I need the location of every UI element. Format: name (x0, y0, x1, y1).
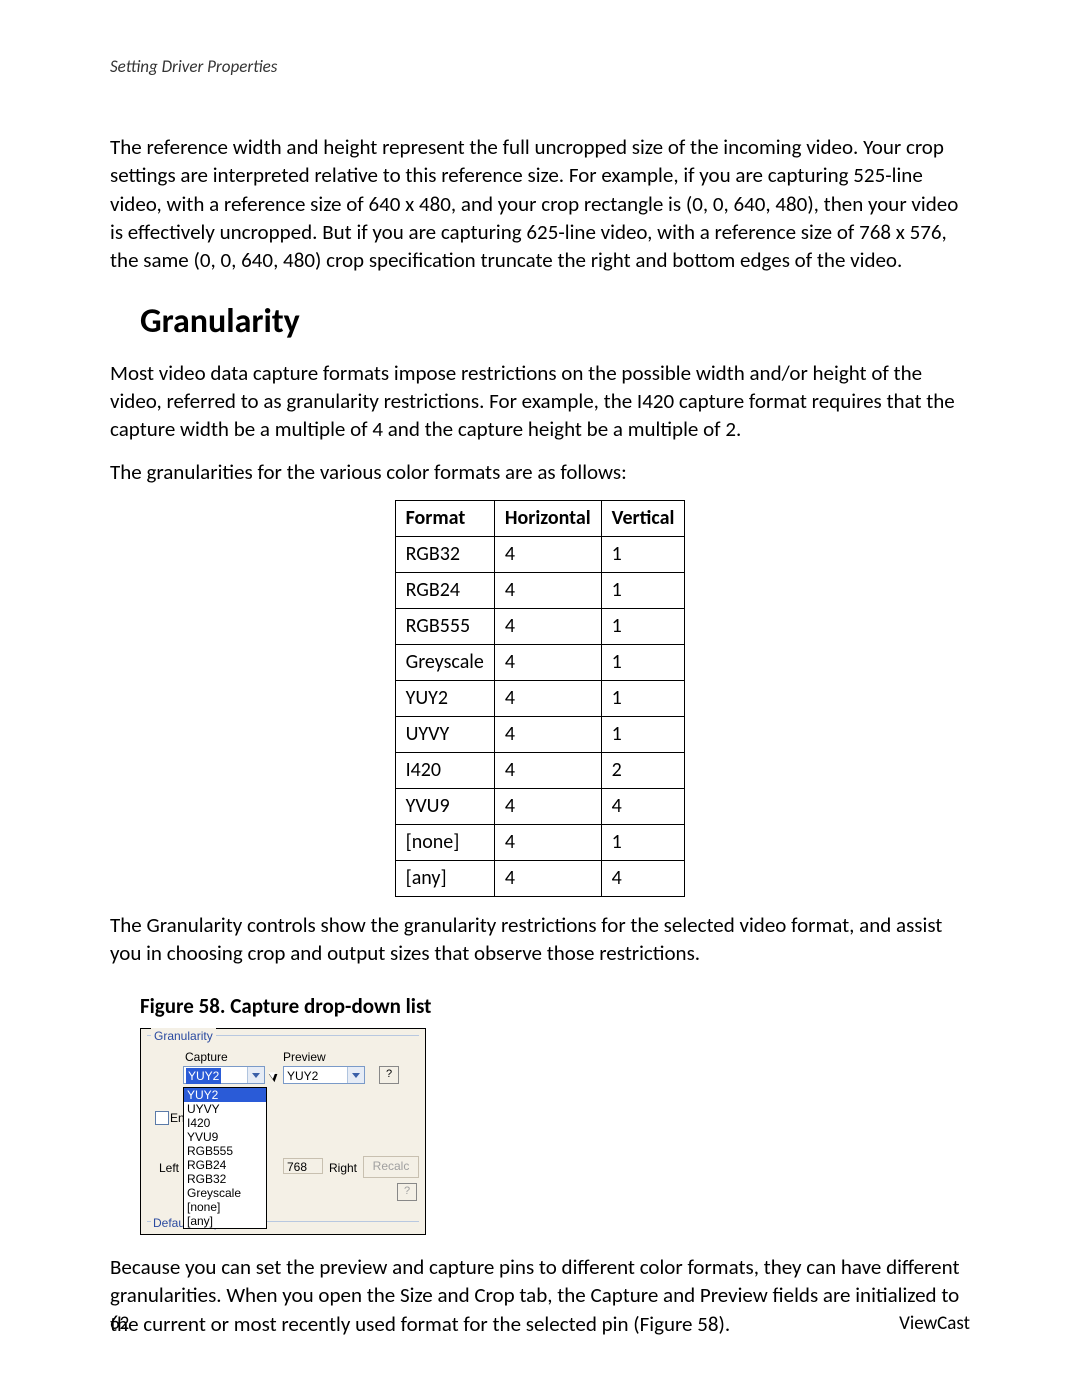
recalc-button[interactable]: Recalc (363, 1156, 419, 1178)
table-row: UYVY41 (395, 716, 685, 752)
capture-combo[interactable]: YUY2 (183, 1066, 265, 1084)
th-format: Format (395, 500, 494, 536)
chevron-down-icon[interactable] (247, 1067, 264, 1083)
granularity-para-1: Most video data capture formats impose r… (110, 359, 970, 444)
figure-caption: Figure 58. Capture drop-down list (140, 992, 970, 1020)
capture-label: Capture (185, 1049, 228, 1065)
table-row: Greyscale41 (395, 644, 685, 680)
table-row: RGB55541 (395, 608, 685, 644)
brand-footer: ViewCast (899, 1311, 970, 1337)
right-label: Right (329, 1160, 357, 1176)
table-row: I42042 (395, 752, 685, 788)
value-768[interactable]: 768 (283, 1158, 323, 1174)
list-item[interactable]: [none] (184, 1200, 266, 1214)
table-row: [any]44 (395, 860, 685, 896)
intro-paragraph: The reference width and height represent… (110, 133, 970, 275)
list-item[interactable]: I420 (184, 1116, 266, 1130)
screenshot-granularity-panel: Granularity Capture Preview YUY2 YUY2 ? … (140, 1028, 426, 1235)
table-row: [none]41 (395, 824, 685, 860)
capture-dropdown-list[interactable]: YUY2 UYVY I420 YVU9 RGB555 RGB24 RGB32 G… (183, 1087, 267, 1229)
table-row: YUY241 (395, 680, 685, 716)
section-heading-granularity: Granularity (140, 299, 970, 345)
preview-combo[interactable]: YUY2 (283, 1066, 365, 1084)
granularity-para-2: The granularities for the various color … (110, 458, 970, 486)
running-header: Setting Driver Properties (110, 56, 970, 79)
table-row: RGB2441 (395, 572, 685, 608)
list-item[interactable]: RGB24 (184, 1158, 266, 1172)
chevron-down-icon[interactable] (347, 1067, 364, 1083)
help-button[interactable]: ? (379, 1066, 399, 1084)
page-number: 62 (110, 1311, 129, 1337)
capture-combo-value: YUY2 (186, 1068, 221, 1084)
granularity-para-4: Because you can set the preview and capt… (110, 1253, 970, 1338)
list-item[interactable]: Greyscale (184, 1186, 266, 1200)
granularity-table: Format Horizontal Vertical RGB3241 RGB24… (395, 500, 686, 897)
th-vertical: Vertical (601, 500, 685, 536)
granularity-para-3: The Granularity controls show the granul… (110, 911, 970, 968)
groupbox-title: Granularity (151, 1028, 216, 1044)
preview-label: Preview (283, 1049, 326, 1065)
list-item[interactable]: YVU9 (184, 1130, 266, 1144)
help-button-disabled: ? (397, 1183, 417, 1201)
table-row: YVU944 (395, 788, 685, 824)
list-item[interactable]: UYVY (184, 1102, 266, 1116)
enable-checkbox[interactable] (155, 1111, 169, 1125)
list-item[interactable]: RGB32 (184, 1172, 266, 1186)
list-item[interactable]: RGB555 (184, 1144, 266, 1158)
list-item[interactable]: YUY2 (184, 1088, 266, 1102)
left-label: Left (159, 1160, 179, 1176)
th-horizontal: Horizontal (494, 500, 601, 536)
preview-combo-value: YUY2 (287, 1068, 318, 1084)
table-row: RGB3241 (395, 536, 685, 572)
list-item[interactable]: [any] (184, 1214, 266, 1228)
